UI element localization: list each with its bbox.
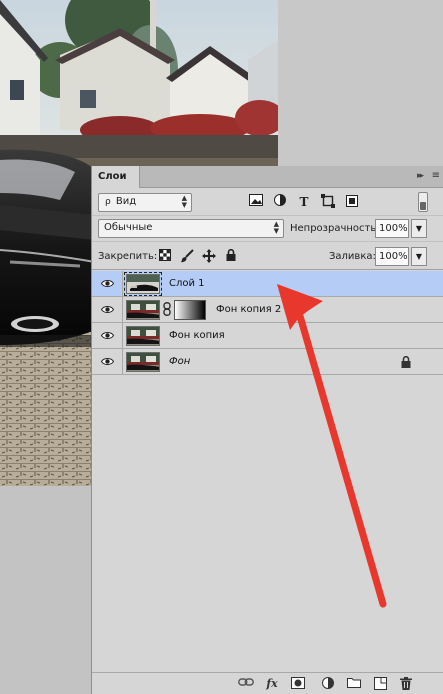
mask-link-icon[interactable] (163, 302, 171, 319)
type-filter-icon[interactable]: T (296, 194, 312, 210)
canvas-background-right (278, 0, 443, 166)
fill-label: Заливка: (329, 251, 376, 262)
canvas-background-bottom (0, 486, 92, 694)
visibility-toggle[interactable] (92, 297, 123, 323)
layer-row-fon-kopiya-2[interactable]: Фон копия 2 (92, 297, 443, 323)
visibility-toggle[interactable] (92, 323, 123, 349)
opacity-dropdown-icon[interactable]: ▼ (411, 219, 427, 238)
adjustment-filter-icon[interactable] (272, 194, 288, 210)
lock-row: Закрепить: Заливка: 100% ▼ (92, 243, 443, 270)
eye-icon (101, 332, 114, 339)
opacity-label: Непрозрачность: (290, 223, 380, 234)
new-layer-icon[interactable] (372, 677, 388, 691)
lock-image-pixels-brush-icon[interactable] (180, 249, 194, 263)
fx-icon[interactable]: fx (264, 677, 280, 691)
blend-mode-select[interactable]: Обычные ▲ ▼ (98, 219, 284, 238)
updown-arrows-icon: ▲ ▼ (181, 194, 187, 209)
panel-tab-bar: Слои ▸▸ ≡ (92, 166, 443, 188)
layer-row-fon-kopiya[interactable]: Фон копия (92, 323, 443, 349)
layer-name[interactable]: Фон копия 2 (216, 304, 281, 315)
layer-thumbnail[interactable] (126, 300, 160, 320)
visibility-toggle[interactable] (92, 349, 123, 375)
filter-kind-value: Вид (115, 196, 137, 207)
smart-object-filter-icon[interactable] (344, 194, 360, 210)
layer-mask-thumbnail[interactable] (174, 300, 206, 320)
lock-icon (401, 356, 411, 368)
filter-kind-select[interactable]: ρ Вид ▲ ▼ (98, 193, 192, 212)
tab-layers[interactable]: Слои (92, 166, 140, 188)
new-group-icon[interactable] (346, 677, 362, 691)
layer-filter-row: ρ Вид ▲ ▼ T (92, 188, 443, 216)
opacity-input[interactable]: 100% (375, 219, 409, 238)
blend-mode-row: Обычные ▲ ▼ Непрозрачность: 100% ▼ (92, 216, 443, 242)
layer-row-fon[interactable]: Фон (92, 349, 443, 375)
image-filter-icon[interactable] (248, 194, 264, 210)
collapse-panel-icon[interactable]: ▸▸ (417, 171, 424, 181)
lock-transparent-pixels-icon[interactable] (158, 249, 172, 263)
eye-icon (101, 358, 114, 365)
layer-thumbnail[interactable] (126, 326, 160, 346)
layer-name[interactable]: Фон (169, 356, 190, 367)
layer-name[interactable]: Слой 1 (169, 278, 205, 289)
search-icon: ρ (105, 197, 111, 207)
lock-position-move-icon[interactable] (202, 249, 216, 263)
filter-toggle-switch[interactable] (418, 192, 428, 212)
layer-thumbnail[interactable] (126, 352, 160, 372)
layer-thumbnail[interactable] (124, 272, 162, 296)
layers-list: Слой 1 Фон копия 2 Фон копия Фон (92, 271, 443, 375)
lock-label: Закрепить: (98, 251, 158, 262)
eye-icon (101, 280, 114, 287)
fill-input[interactable]: 100% (375, 247, 409, 266)
layer-name[interactable]: Фон копия (169, 330, 225, 341)
panel-bottom-toolbar: fx (92, 672, 443, 694)
visibility-toggle[interactable] (92, 271, 123, 297)
panel-menu-icon[interactable]: ≡ (432, 170, 440, 181)
eye-icon (101, 306, 114, 313)
updown-arrows-icon: ▲ ▼ (273, 220, 279, 235)
shape-filter-icon[interactable] (320, 194, 336, 210)
adjustment-layer-icon[interactable] (320, 677, 336, 691)
fill-dropdown-icon[interactable]: ▼ (411, 247, 427, 266)
blend-mode-value: Обычные (104, 222, 153, 233)
layer-row-sloi-1[interactable]: Слой 1 (92, 271, 443, 297)
link-layers-icon[interactable] (238, 677, 254, 691)
add-mask-icon[interactable] (290, 677, 306, 691)
delete-layer-icon[interactable] (398, 677, 414, 691)
layers-panel: Слои ▸▸ ≡ ρ Вид ▲ ▼ T Обычные ▲ ▼ Непрозра… (91, 166, 443, 694)
lock-all-icon[interactable] (224, 248, 238, 263)
